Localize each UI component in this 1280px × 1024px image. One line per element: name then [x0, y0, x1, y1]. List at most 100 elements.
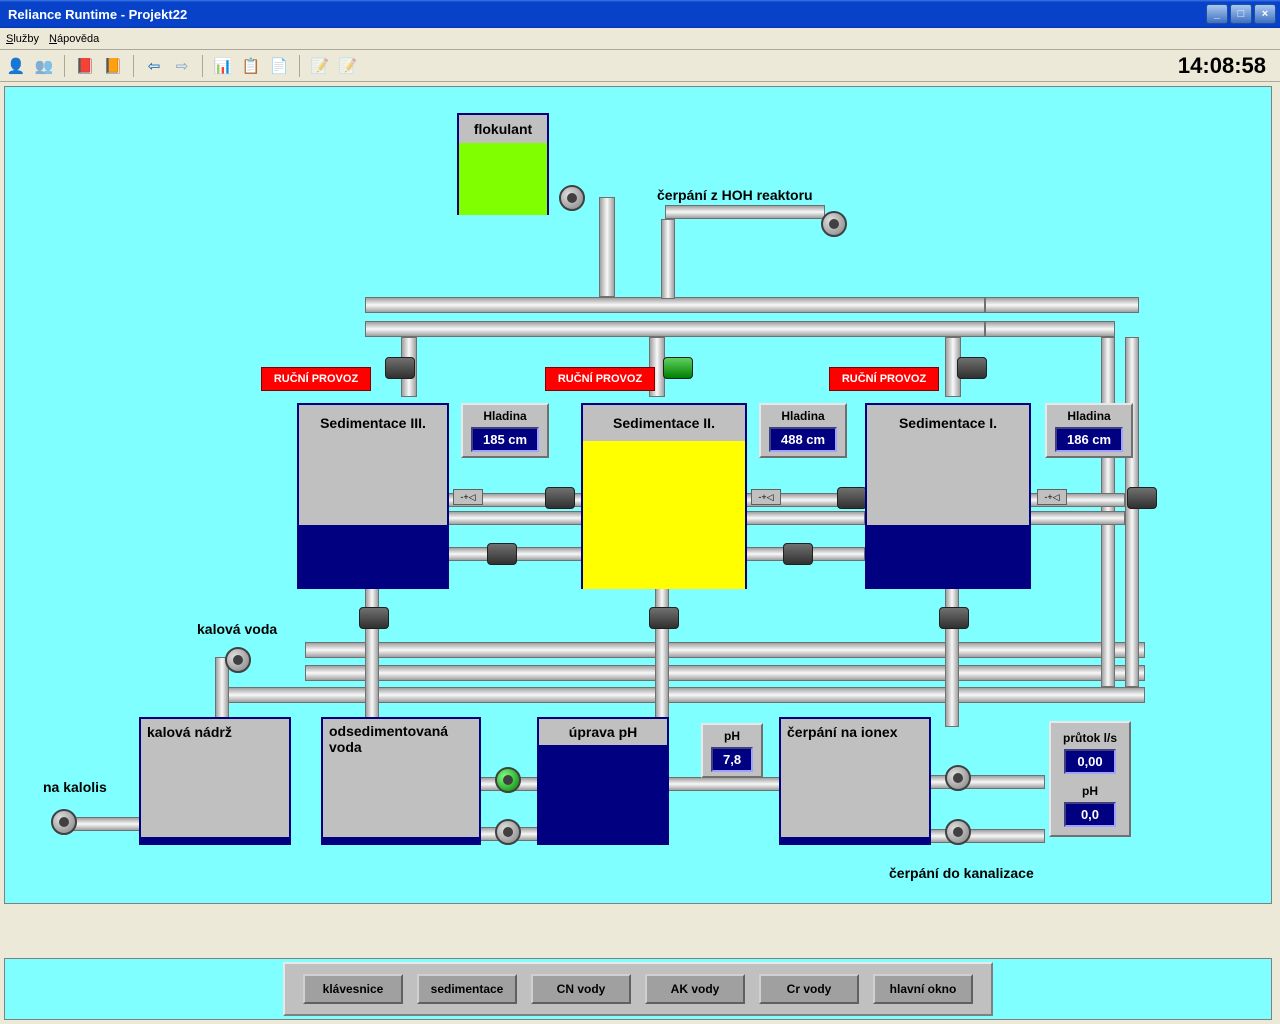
pump-icon[interactable] [225, 647, 251, 673]
chart-icon[interactable]: 📊 [213, 56, 233, 76]
maximize-button[interactable]: □ [1230, 4, 1252, 24]
cerpani-ionex-tank[interactable]: čerpání na ionex [779, 717, 931, 845]
sed1-status[interactable]: RUČNÍ PROVOZ [829, 367, 939, 391]
pump-icon[interactable] [559, 185, 585, 211]
kalova-nadrz-label: kalová nádrž [141, 719, 289, 745]
clock: 14:08:58 [1178, 53, 1274, 79]
sed1-tank[interactable]: Sedimentace I. [865, 403, 1031, 589]
motor-icon[interactable] [545, 487, 575, 509]
kalova-nadrz-tank[interactable]: kalová nádrž [139, 717, 291, 845]
back-icon[interactable]: ⇦ [144, 56, 164, 76]
klavesnice-button[interactable]: klávesnice [303, 974, 403, 1004]
hladina-label: Hladina [781, 409, 824, 423]
user-icon[interactable]: 👤 [6, 56, 26, 76]
pipe [925, 775, 1045, 789]
flokulant-tank[interactable]: flokulant [457, 113, 549, 215]
uprava-ph-fill [539, 745, 667, 845]
sed3-status[interactable]: RUČNÍ PROVOZ [261, 367, 371, 391]
footer-panel: klávesnice sedimentace CN vody AK vody C… [283, 962, 993, 1016]
pump-icon[interactable] [495, 767, 521, 793]
pump-icon[interactable] [495, 819, 521, 845]
edit2-icon[interactable]: 📝 [338, 56, 358, 76]
motor-icon[interactable] [663, 357, 693, 379]
sed3-tank[interactable]: Sedimentace III. [297, 403, 449, 589]
motor-icon[interactable] [359, 607, 389, 629]
sed2-hladina-panel: Hladina 488 cm [759, 403, 847, 458]
motor-icon[interactable] [1127, 487, 1157, 509]
pipe [745, 511, 865, 525]
odsed-voda-label: odsedimentovaná voda [323, 719, 479, 759]
motor-icon[interactable] [783, 543, 813, 565]
menubar: Služby Nápověda [0, 28, 1280, 50]
pump-icon[interactable] [945, 819, 971, 845]
cerpani-ionex-fill [781, 837, 929, 845]
kalova-voda-label: kalová voda [197, 621, 277, 637]
pipe [665, 777, 785, 791]
flokulant-fill [459, 143, 547, 215]
sedimentace-button[interactable]: sedimentace [417, 974, 517, 1004]
pump-icon[interactable] [945, 765, 971, 791]
menu-help[interactable]: Nápověda [49, 33, 99, 45]
sed2-hladina-value: 488 cm [769, 427, 837, 452]
pipe [365, 321, 985, 337]
cn-vody-button[interactable]: CN vody [531, 974, 631, 1004]
sed2-tank[interactable]: Sedimentace II. [581, 403, 747, 589]
close-button[interactable]: × [1254, 4, 1276, 24]
motor-icon[interactable] [487, 543, 517, 565]
motor-icon[interactable] [649, 607, 679, 629]
cr-vody-button[interactable]: Cr vody [759, 974, 859, 1004]
motor-icon[interactable] [385, 357, 415, 379]
right-panel: průtok l/s 0,00 pH 0,0 [1049, 721, 1131, 837]
ph-value: 7,8 [711, 747, 753, 772]
pipe [985, 321, 1115, 337]
doc-orange-icon[interactable]: 📙 [103, 56, 123, 76]
ph-label: pH [724, 729, 740, 743]
sed2-fill [583, 441, 745, 589]
sed1-hladina-value: 186 cm [1055, 427, 1123, 452]
pipe [445, 511, 585, 525]
pipe [1025, 511, 1125, 525]
forward-icon[interactable]: ⇨ [172, 56, 192, 76]
menu-services[interactable]: Služby [6, 33, 39, 45]
uprava-ph-tank[interactable]: úprava pH [537, 717, 669, 845]
report-icon[interactable]: 📄 [269, 56, 289, 76]
flokulant-label: flokulant [459, 115, 547, 143]
pipe [985, 297, 1139, 313]
pipe [225, 687, 1145, 703]
pipe [305, 665, 1145, 681]
motor-icon[interactable] [939, 607, 969, 629]
pipe [599, 197, 615, 297]
hladina-label: Hladina [483, 409, 526, 423]
motor-icon[interactable] [957, 357, 987, 379]
sed2-status[interactable]: RUČNÍ PROVOZ [545, 367, 655, 391]
odsed-voda-tank[interactable]: odsedimentovaná voda [321, 717, 481, 845]
hlavni-okno-button[interactable]: hlavní okno [873, 974, 973, 1004]
ak-vody-button[interactable]: AK vody [645, 974, 745, 1004]
sed3-hladina-panel: Hladina 185 cm [461, 403, 549, 458]
titlebar: Reliance Runtime - Projekt22 _ □ × [0, 0, 1280, 28]
sed1-title: Sedimentace I. [867, 405, 1029, 441]
doc-red-icon[interactable]: 📕 [75, 56, 95, 76]
valve-icon[interactable]: -+◁ [453, 489, 483, 505]
edit1-icon[interactable]: 📝 [310, 56, 330, 76]
odsed-voda-fill [323, 837, 479, 845]
valve-icon[interactable]: -+◁ [751, 489, 781, 505]
pipe [661, 219, 675, 299]
sed3-hladina-value: 185 cm [471, 427, 539, 452]
uprava-ph-label: úprava pH [539, 719, 667, 745]
user2-icon[interactable]: 👥 [34, 56, 54, 76]
minimize-button[interactable]: _ [1206, 4, 1228, 24]
pipe [925, 829, 1045, 843]
window-title: Reliance Runtime - Projekt22 [4, 7, 1206, 22]
ph-panel: pH 7,8 [701, 723, 763, 778]
valve-icon[interactable]: -+◁ [1037, 489, 1067, 505]
cerpani-kanal-label: čerpání do kanalizace [889, 865, 1034, 881]
pump-icon[interactable] [821, 211, 847, 237]
motor-icon[interactable] [837, 487, 867, 509]
sed3-fill [299, 525, 447, 589]
sheet-icon[interactable]: 📋 [241, 56, 261, 76]
pipe [665, 205, 825, 219]
hladina-label: Hladina [1067, 409, 1110, 423]
ph-right-value: 0,0 [1064, 802, 1116, 827]
pump-icon[interactable] [51, 809, 77, 835]
